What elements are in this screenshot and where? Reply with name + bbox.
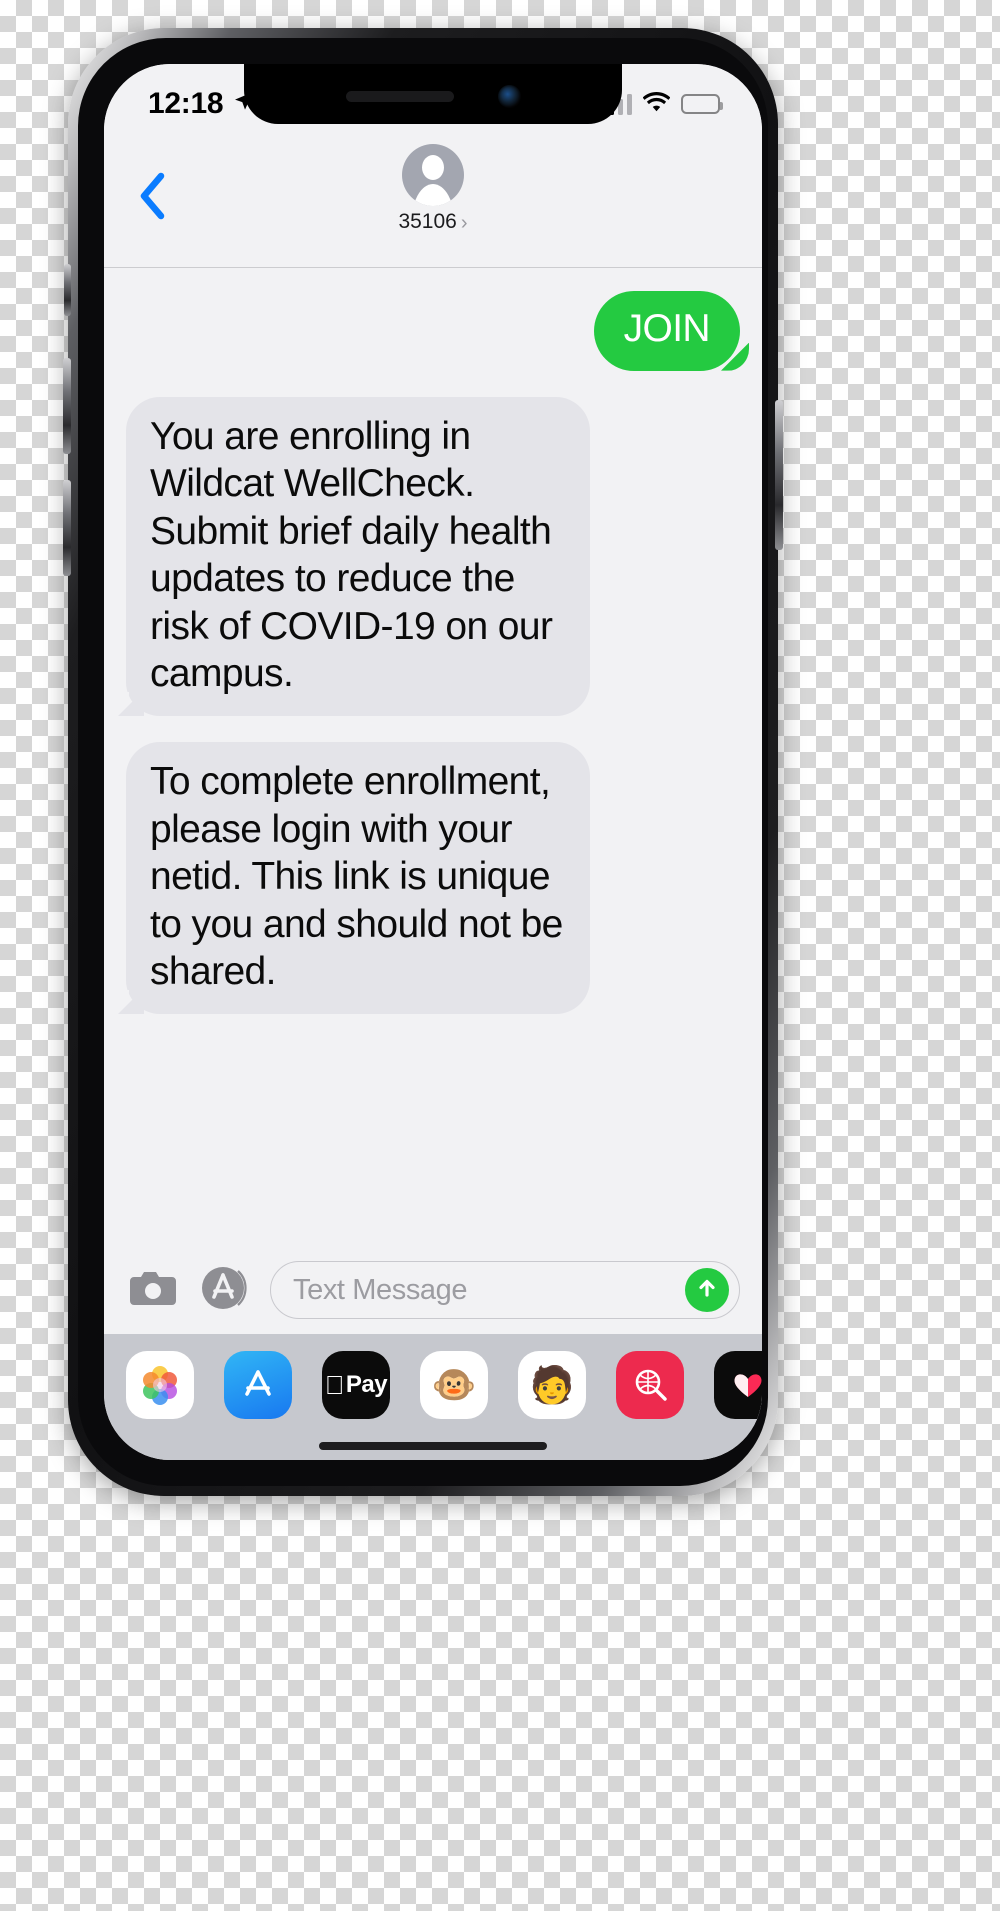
volume-up-button[interactable]	[63, 358, 71, 454]
monkey-face-icon: 🐵	[431, 1364, 477, 1405]
apple-pay-label: Pay	[336, 1371, 388, 1398]
contact-name: 35106	[398, 210, 457, 233]
apple-logo-icon: 	[325, 1372, 345, 1398]
message-bubble-received[interactable]: To complete enrollment, please login wit…	[107, 742, 590, 1014]
front-camera-icon	[497, 84, 521, 108]
text-message-input[interactable]	[293, 1273, 685, 1307]
camera-button[interactable]	[126, 1263, 180, 1317]
memoji-app-icon[interactable]: 🧑	[518, 1351, 586, 1419]
message-list[interactable]: JOIN You are enrolling in Wildcat WellCh…	[104, 269, 762, 1246]
bubble-tail	[107, 692, 129, 717]
status-bar-left: 12:18	[148, 87, 256, 121]
memoji-face-icon: 🧑	[529, 1364, 575, 1405]
images-search-app-icon[interactable]	[616, 1351, 684, 1419]
bubble-tail	[107, 989, 129, 1014]
chevron-right-icon: ›	[460, 211, 468, 234]
phone-device-frame: 12:18 35106 › JOIN You are enrolling in …	[63, 28, 783, 1496]
device-notch	[244, 64, 622, 124]
camera-icon	[128, 1268, 178, 1313]
message-row-received: You are enrolling in Wildcat WellCheck. …	[104, 396, 762, 717]
phone-screen: 12:18 35106 › JOIN You are enrolling in …	[104, 64, 762, 1460]
message-row-sent: JOIN	[104, 291, 762, 371]
send-button[interactable]	[685, 1268, 729, 1312]
arrow-up-send-icon	[693, 1274, 721, 1307]
animoji-app-icon[interactable]: 🐵	[420, 1351, 488, 1419]
app-store-icon	[198, 1261, 252, 1320]
status-bar-time: 12:18	[148, 87, 224, 120]
health-app-icon[interactable]	[714, 1351, 762, 1419]
photos-app-icon[interactable]	[126, 1351, 194, 1419]
power-button[interactable]	[775, 400, 783, 550]
apple-pay-app-icon[interactable]:  Pay	[322, 1351, 390, 1419]
message-input-bar	[104, 1246, 762, 1334]
message-row-received: To complete enrollment, please login wit…	[104, 742, 762, 1014]
volume-down-button[interactable]	[63, 480, 71, 576]
bubble-tail	[738, 346, 760, 371]
phone-bezel: 12:18 35106 › JOIN You are enrolling in …	[78, 38, 768, 1486]
avatar	[402, 144, 464, 206]
wifi-icon	[642, 91, 671, 117]
contact-info-button[interactable]: 35106 ›	[104, 144, 762, 234]
contact-name-row[interactable]: 35106 ›	[398, 210, 467, 234]
app-store-app-icon[interactable]	[224, 1351, 292, 1419]
battery-icon	[681, 94, 723, 114]
silent-switch-button[interactable]	[64, 264, 71, 316]
app-store-button[interactable]	[198, 1263, 252, 1317]
earpiece-speaker	[345, 90, 454, 102]
message-bubble-received[interactable]: You are enrolling in Wildcat WellCheck. …	[107, 396, 590, 717]
message-bubble-sent[interactable]: JOIN	[593, 291, 760, 371]
home-indicator[interactable]	[319, 1442, 547, 1450]
text-message-field[interactable]	[270, 1261, 740, 1319]
